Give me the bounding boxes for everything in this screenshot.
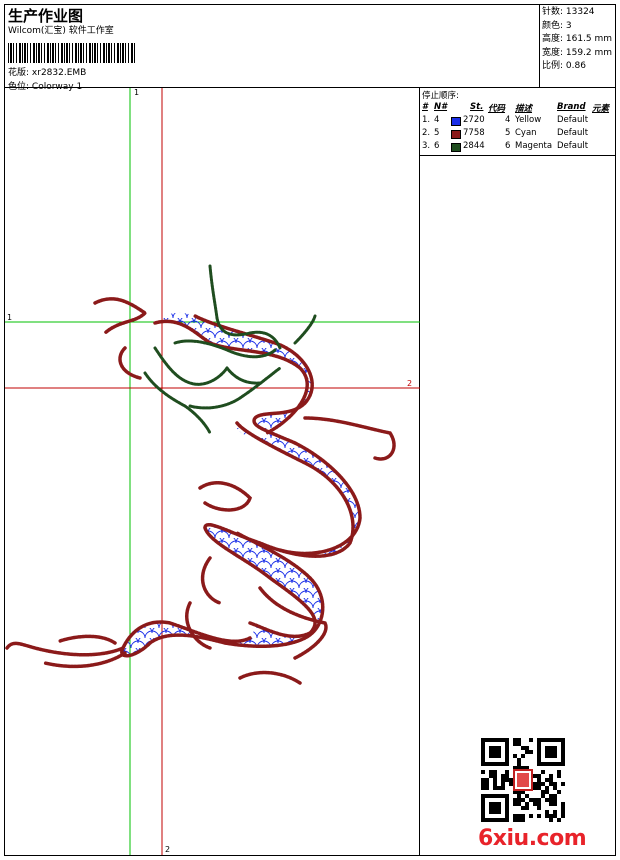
col-n: N# [434,102,448,112]
stop-index: 1. [422,115,431,125]
stop-needle: 6 [434,141,440,151]
guide-v1-label: 1 [134,88,139,97]
company-name: Wilcom(汇宝) 软件工作室 [8,26,114,36]
stop-index: 3. [422,141,431,151]
col-st: St. [470,102,484,112]
stop-brand: Default [557,115,589,125]
col-element: 元素 [592,104,610,114]
qr-center-stamp-inner [517,773,529,787]
color-count: 颜色: 3 [542,20,572,31]
stop-stitches: 7758 [463,128,485,138]
col-code: 代码 [488,104,506,114]
stop-sequence-table: 停止顺序: # N# St. 代码 描述 Brand 元素 1. 4 2720 4 Ye… [420,88,615,156]
design-file: 花版: xr2832.EMB [8,65,86,78]
stop-index: 2. [422,128,431,138]
barcode [8,43,136,63]
stop-row: 3. 6 2844 6 Magenta Default [420,141,615,154]
guide-h1-label: 1 [7,313,12,322]
stop-row: 1. 4 2720 4 Yellow Default [420,115,615,128]
qr-code [481,738,565,822]
color-swatch [451,143,461,152]
stop-stitches: 2844 [463,141,485,151]
stop-row: 2. 5 7758 5 Cyan Default [420,128,615,141]
color-swatch [451,130,461,139]
design-height: 高度: 161.5 mm [542,34,613,44]
design-canvas: 1 2 1 2 [5,88,420,855]
col-brand: Brand [557,102,586,112]
stop-description: Cyan [515,128,537,138]
color-swatch [451,117,461,126]
design-value: xr2832.EMB [31,68,87,78]
stats-panel: 针数: 13324 颜色: 3 高度: 161.5 mm 宽度: 159.2 m… [540,5,615,88]
stop-description: Yellow [515,115,542,125]
stop-brand: Default [557,128,589,138]
stop-code: 4 [505,115,511,125]
stop-needle: 5 [434,128,440,138]
stop-code: 6 [505,141,511,151]
design-scale: 比例: 0.86 [542,61,586,71]
stop-description: Magenta [515,141,553,151]
stop-brand: Default [557,141,589,151]
dragon-outline [5,297,396,685]
col-desc: 描述 [515,104,533,114]
watermark-logo: 6xiu.com [478,826,587,851]
stop-sequence-title: 停止顺序: [422,91,459,101]
design-label: 花版: [8,68,30,78]
design-width: 宽度: 159.2 mm [542,47,613,58]
col-num: # [422,102,428,112]
guide-v2-label: 2 [165,845,170,854]
stop-code: 5 [505,128,511,138]
stop-stitches: 2720 [463,115,485,125]
design-preview: 1 2 1 2 [5,88,420,855]
stitch-count: 针数: 13324 [542,7,595,17]
stop-needle: 4 [434,115,440,125]
guide-h2-label: 2 [407,379,412,388]
header-panel: 生产作业图 Wilcom(汇宝) 软件工作室 花版: xr2832.EMB 色位… [5,5,540,92]
